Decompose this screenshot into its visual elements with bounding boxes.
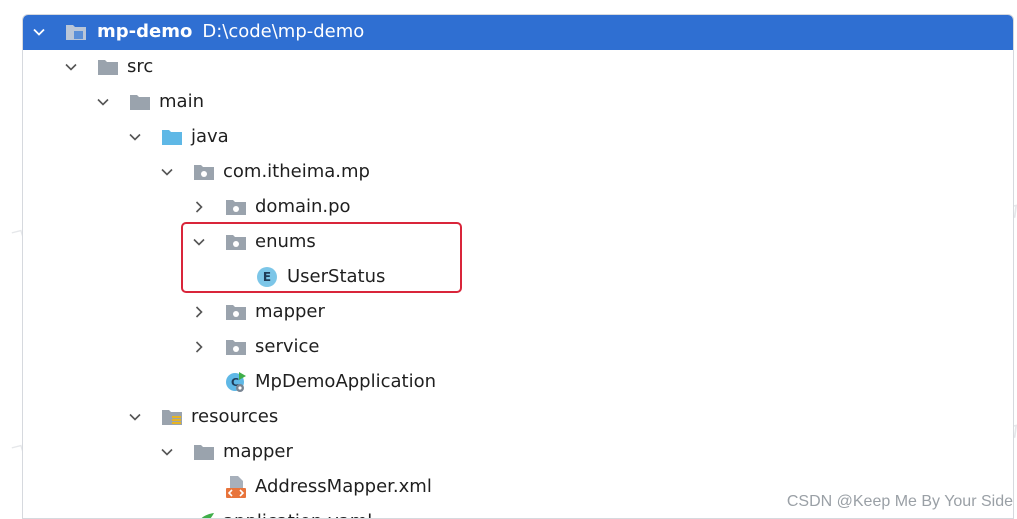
chevron-right-icon[interactable] — [189, 197, 209, 217]
tree-node-service[interactable]: service — [23, 330, 1013, 365]
tree-label-java: java — [191, 126, 229, 147]
chevron-down-icon[interactable] — [93, 92, 113, 112]
tree-node-mapper[interactable]: mapper — [23, 295, 1013, 330]
tree-label-service: service — [255, 336, 320, 357]
xml-file-icon — [225, 475, 247, 499]
project-path: D:\code\mp-demo — [202, 21, 365, 42]
package-icon — [225, 338, 247, 356]
tree-label-address-mapper-xml: AddressMapper.xml — [255, 476, 432, 497]
tree-node-project-root[interactable]: mp-demo D:\code\mp-demo — [23, 15, 1013, 50]
tree-node-src[interactable]: src — [23, 50, 1013, 85]
tree-label-application-yaml: application.yaml — [223, 510, 372, 518]
chevron-down-icon[interactable] — [157, 442, 177, 462]
enum-class-icon: E — [257, 267, 277, 287]
tree-label-mapper: mapper — [255, 301, 325, 322]
source-folder-icon — [161, 128, 183, 146]
resources-folder-icon — [161, 408, 183, 426]
tree-node-resources-mapper[interactable]: mapper — [23, 435, 1013, 470]
folder-icon — [193, 443, 215, 461]
chevron-right-icon[interactable] — [189, 337, 209, 357]
tree-node-mp-demo-application[interactable]: C MpDemoApplication — [23, 365, 1013, 400]
tree-node-user-status[interactable]: E UserStatus — [23, 260, 1013, 295]
package-icon — [225, 303, 247, 321]
tree-label-mp-demo-application: MpDemoApplication — [255, 371, 437, 392]
tree-node-domain-po[interactable]: domain.po — [23, 190, 1013, 225]
tree-label-src: src — [127, 56, 154, 77]
tree-node-package[interactable]: com.itheima.mp — [23, 155, 1013, 190]
chevron-right-icon[interactable] — [189, 302, 209, 322]
tree-node-resources[interactable]: resources — [23, 400, 1013, 435]
chevron-down-icon[interactable] — [61, 57, 81, 77]
chevron-down-icon[interactable] — [29, 22, 49, 42]
tree-label-package: com.itheima.mp — [223, 161, 370, 182]
tree-label-domain-po: domain.po — [255, 196, 351, 217]
chevron-down-icon[interactable] — [125, 407, 145, 427]
tree-label-enums: enums — [255, 231, 316, 252]
project-tree-panel: mp-demo D:\code\mp-demo src main java co… — [22, 14, 1014, 519]
tree-node-java[interactable]: java — [23, 120, 1013, 155]
tree-node-main[interactable]: main — [23, 85, 1013, 120]
chevron-down-icon[interactable] — [125, 127, 145, 147]
package-icon — [193, 163, 215, 181]
tree-node-enums[interactable]: enums — [23, 225, 1013, 260]
module-folder-icon — [65, 23, 87, 41]
chevron-down-icon[interactable] — [157, 162, 177, 182]
tree-label-resources-mapper: mapper — [223, 441, 293, 462]
project-name: mp-demo — [97, 21, 193, 42]
package-icon — [225, 233, 247, 251]
folder-icon — [129, 93, 151, 111]
package-icon — [225, 198, 247, 216]
tree-label-main: main — [159, 91, 204, 112]
yaml-file-icon — [193, 511, 215, 518]
tree-label-user-status: UserStatus — [287, 266, 386, 287]
chevron-down-icon[interactable] — [189, 232, 209, 252]
spring-boot-class-icon: C — [225, 371, 247, 393]
tree-label-resources: resources — [191, 406, 279, 427]
folder-icon — [97, 58, 119, 76]
credit-text: CSDN @Keep Me By Your Side — [786, 493, 1013, 510]
